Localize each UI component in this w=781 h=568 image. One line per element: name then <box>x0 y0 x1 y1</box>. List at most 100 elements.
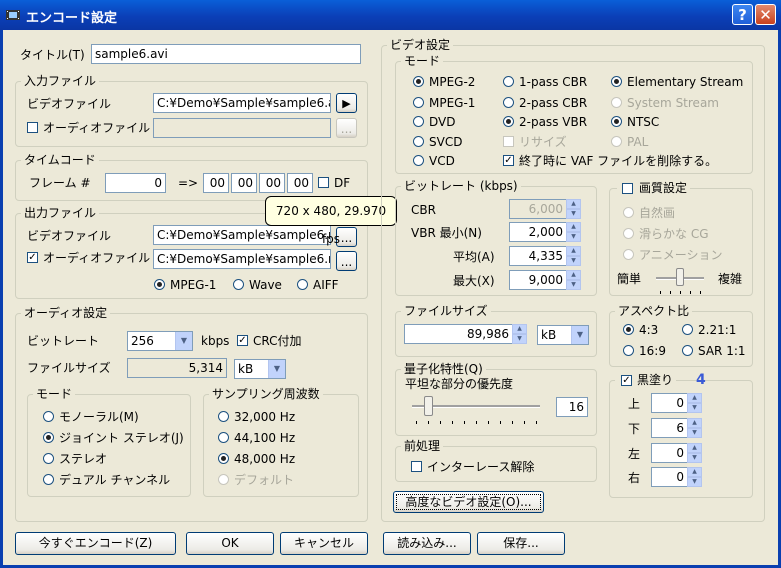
stream-label-system: System Stream <box>627 96 719 110</box>
output-audio-checkbox[interactable]: ✓ <box>27 252 38 263</box>
mode-radio-mpeg2[interactable] <box>413 76 424 87</box>
black-left-label: 左 <box>628 447 641 461</box>
tv-radio-pal <box>611 136 622 147</box>
quality-simple-label: 簡単 <box>617 272 642 286</box>
checkmark-icon: ✓ <box>28 252 37 263</box>
black-right-input[interactable]: 0 <box>651 467 688 487</box>
sampling-radio-44100[interactable] <box>218 432 229 443</box>
crc-checkbox[interactable]: ✓ <box>237 335 248 346</box>
format-radio-wave[interactable] <box>233 279 244 290</box>
mode-radio-mpeg1[interactable] <box>413 97 424 108</box>
timecode-hours[interactable]: 00 <box>203 173 229 193</box>
audio-mode-radio-mono[interactable] <box>43 411 54 422</box>
black-right-label: 右 <box>628 471 641 485</box>
stream-radio-elementary[interactable] <box>611 76 622 87</box>
filesize-input[interactable]: 89,986 <box>404 324 513 344</box>
title-input[interactable]: sample6.avi <box>91 44 361 64</box>
sampling-radio-32000[interactable] <box>218 411 229 422</box>
audio-mode-label-mono: モノーラル(M) <box>59 410 139 424</box>
mode-radio-1pass-cbr[interactable] <box>503 76 514 87</box>
vbr-min-spinner[interactable]: ▲ ▼ <box>566 222 581 242</box>
input-video-path[interactable]: C:¥Demo¥Sample¥sample6.avi <box>153 93 331 113</box>
mode-radio-2pass-cbr[interactable] <box>503 97 514 108</box>
film-icon <box>6 10 20 20</box>
sampling-radio-48000[interactable] <box>218 453 229 464</box>
save-button[interactable]: 保存... <box>477 532 565 555</box>
cancel-button[interactable]: キャンセル <box>280 532 368 555</box>
aspect-radio-sar[interactable] <box>682 345 693 356</box>
quality-tick <box>670 291 671 294</box>
mode-radio-svcd[interactable] <box>413 136 424 147</box>
audio-mode-radio-stereo[interactable] <box>43 453 54 464</box>
quant-value[interactable]: 16 <box>556 397 588 417</box>
avg-label: 平均(A) <box>453 250 495 264</box>
mode-label-2pass-vbr: 2-pass VBR <box>519 115 588 129</box>
df-checkbox[interactable] <box>318 177 329 188</box>
black-fill-checkbox[interactable]: ✓ <box>621 375 632 386</box>
mode-radio-vcd[interactable] <box>413 155 424 166</box>
timecode-minutes[interactable]: 00 <box>231 173 257 193</box>
input-audio-checkbox[interactable] <box>27 122 38 133</box>
frame-input[interactable]: 0 <box>105 173 166 193</box>
mode-radio-dvd[interactable] <box>413 116 424 127</box>
black-right-spinner[interactable]: ▲ ▼ <box>687 467 702 487</box>
encode-now-button[interactable]: 今すぐエンコード(Z) <box>15 532 176 555</box>
aspect-radio-16-9[interactable] <box>623 345 634 356</box>
advanced-video-settings-button[interactable]: 高度なビデオ設定(O)... <box>393 491 544 513</box>
format-label-wave: Wave <box>249 278 282 292</box>
audio-size-unit: kB <box>238 362 254 376</box>
aspect-radio-4-3[interactable] <box>623 324 634 335</box>
quality-checkbox[interactable] <box>622 183 633 194</box>
black-left-spinner[interactable]: ▲ ▼ <box>687 443 702 463</box>
close-button[interactable]: ✕ <box>755 4 776 25</box>
audio-mode-radio-joint[interactable] <box>43 432 54 443</box>
quant-slider-thumb[interactable] <box>424 396 433 416</box>
quality-tick <box>660 291 661 294</box>
timecode-frames[interactable]: 00 <box>287 173 313 193</box>
format-radio-aiff[interactable] <box>297 279 308 290</box>
ok-button[interactable]: OK <box>186 532 274 555</box>
output-audio-browse-button[interactable]: ... <box>336 251 357 271</box>
quality-radio-natural <box>623 207 634 218</box>
checkmark-icon: ✓ <box>504 155 513 166</box>
black-left-input[interactable]: 0 <box>651 443 688 463</box>
audio-size-label: ファイルサイズ <box>27 361 111 375</box>
mode-label-vcd: VCD <box>429 154 455 168</box>
chevron-down-icon[interactable]: ▼ <box>175 332 192 350</box>
mode-radio-2pass-vbr[interactable] <box>503 116 514 127</box>
play-button[interactable]: ▶ <box>336 93 357 113</box>
quality-slider-thumb[interactable] <box>676 268 684 286</box>
black-bottom-input[interactable]: 6 <box>651 418 688 438</box>
tv-radio-ntsc[interactable] <box>611 116 622 127</box>
avg-input[interactable]: 4,335 <box>509 246 567 266</box>
chevron-down-icon[interactable]: ▼ <box>571 326 588 344</box>
avg-spinner[interactable]: ▲ ▼ <box>566 246 581 266</box>
audio-bitrate-unit: kbps <box>201 334 230 348</box>
max-input[interactable]: 9,000 <box>509 270 567 290</box>
audio-mode-radio-dual[interactable] <box>43 474 54 485</box>
chevron-down-icon[interactable]: ▼ <box>268 360 285 378</box>
deinterlace-checkbox[interactable] <box>411 461 422 472</box>
stream-radio-system <box>611 97 622 108</box>
deinterlace-label: インターレース解除 <box>427 460 535 474</box>
output-audio-path[interactable]: C:¥Demo¥Sample¥sample6.mpa <box>153 249 331 269</box>
black-bottom-label: 下 <box>628 422 641 436</box>
vbr-min-input[interactable]: 2,000 <box>509 222 567 242</box>
max-spinner[interactable]: ▲ ▼ <box>566 270 581 290</box>
output-video-path[interactable]: C:¥Demo¥Sample¥sample6.mpv <box>153 225 331 245</box>
help-button[interactable]: ? <box>732 4 753 25</box>
load-button[interactable]: 読み込み... <box>383 532 471 555</box>
vbr-min-label: VBR 最小(N) <box>411 226 482 240</box>
black-top-input[interactable]: 0 <box>651 393 688 413</box>
aspect-radio-2-21-1[interactable] <box>682 324 693 335</box>
timecode-title: タイムコード <box>21 153 99 167</box>
format-radio-mpeg1[interactable] <box>154 279 165 290</box>
mode-label-mpeg1: MPEG-1 <box>429 96 476 110</box>
aspect-label-sar: SAR 1:1 <box>698 344 746 358</box>
timecode-seconds[interactable]: 00 <box>259 173 285 193</box>
black-bottom-spinner[interactable]: ▲ ▼ <box>687 418 702 438</box>
black-top-spinner[interactable]: ▲ ▼ <box>687 393 702 413</box>
filesize-spinner[interactable]: ▲ ▼ <box>512 324 527 344</box>
delete-vaf-checkbox[interactable]: ✓ <box>503 155 514 166</box>
title-bar[interactable] <box>0 0 781 30</box>
